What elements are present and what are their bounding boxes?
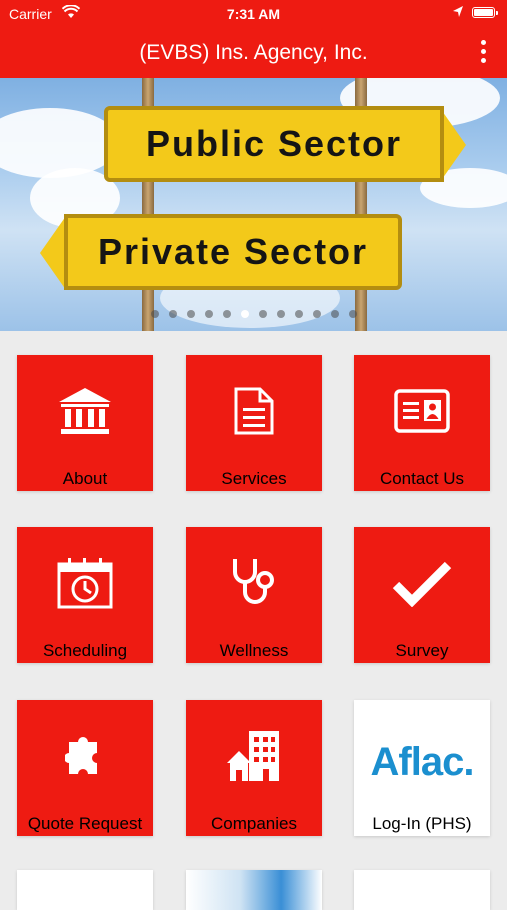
tile-survey[interactable]: Survey (354, 527, 490, 663)
tile-partial[interactable] (17, 870, 153, 910)
tile-wellness[interactable]: Wellness (186, 527, 322, 663)
tile-log-in-phs[interactable]: Aflac. Log-In (PHS) (354, 700, 490, 836)
carousel-dot[interactable] (168, 310, 177, 318)
page-title: (EVBS) Ins. Agency, Inc. (139, 41, 368, 64)
tile-contact-us[interactable]: Contact Us (354, 355, 490, 491)
tile-label: Services (221, 469, 287, 488)
app-header: Carrier 7:31 AM (EVBS) Ins. Agency, Inc. (0, 0, 507, 78)
carousel-dot[interactable] (240, 310, 249, 318)
location-arrow-icon (452, 5, 464, 22)
checkmark-icon (354, 549, 490, 617)
carousel-dot[interactable] (258, 310, 267, 318)
sign-private-sector: Private Sector (64, 214, 402, 290)
tile-services[interactable]: Services (186, 355, 322, 491)
carousel-dot[interactable] (312, 310, 321, 318)
tile-quote-request[interactable]: Quote Request (17, 700, 153, 836)
tile-label: Quote Request (27, 814, 143, 833)
puzzle-icon (17, 722, 153, 790)
tile-label: About (62, 469, 108, 488)
stethoscope-icon (186, 549, 322, 617)
carousel-dot[interactable] (330, 310, 339, 318)
image-carousel[interactable]: Public Sector Private Sector (0, 78, 507, 331)
carousel-dot[interactable] (222, 310, 231, 318)
carousel-dot[interactable] (276, 310, 285, 318)
carousel-dot[interactable] (204, 310, 213, 318)
overflow-menu-button[interactable] (474, 38, 494, 66)
tile-label: Survey (395, 641, 449, 660)
aflac-logo: Aflac. (370, 740, 475, 784)
buildings-icon (186, 722, 322, 790)
tile-about[interactable]: About (17, 355, 153, 491)
tile-label: Contact Us (379, 469, 465, 488)
bank-icon (17, 377, 153, 445)
calendar-clock-icon (17, 549, 153, 617)
clock: 7:31 AM (226, 6, 281, 22)
status-bar: Carrier 7:31 AM (0, 0, 507, 28)
tile-partial[interactable] (354, 870, 490, 910)
tile-label: Scheduling (42, 641, 128, 660)
tile-label: Companies (211, 814, 297, 833)
sign-public-sector: Public Sector (104, 106, 444, 182)
tile-label: Log-In (PHS) (372, 814, 472, 833)
document-icon (186, 377, 322, 445)
contact-card-icon (354, 377, 490, 445)
tile-partial[interactable] (186, 870, 322, 910)
tile-companies[interactable]: Companies (186, 700, 322, 836)
carousel-dot[interactable] (294, 310, 303, 318)
carousel-dot[interactable] (348, 310, 357, 318)
battery-icon (472, 7, 498, 18)
tile-scheduling[interactable]: Scheduling (17, 527, 153, 663)
carousel-page-indicator[interactable] (0, 305, 507, 323)
tile-label: Wellness (219, 641, 289, 660)
carousel-dot[interactable] (150, 310, 159, 318)
carousel-dot[interactable] (186, 310, 195, 318)
